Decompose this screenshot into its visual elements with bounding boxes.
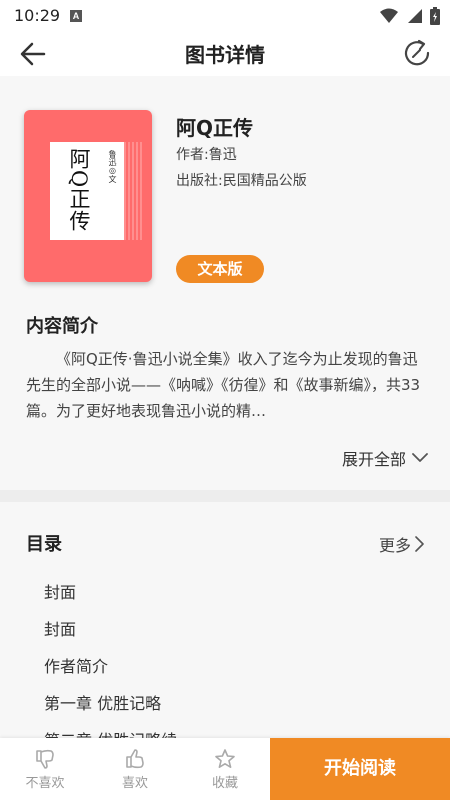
toc-more-label: 更多: [378, 536, 411, 555]
book-author: 作者:鲁迅: [176, 147, 237, 163]
signal-icon: [408, 9, 422, 23]
format-badge[interactable]: 文本版: [176, 255, 264, 283]
chevron-right-icon: [415, 536, 424, 552]
toc-item[interactable]: 封面: [44, 582, 177, 619]
like-button[interactable]: 喜欢: [105, 738, 165, 800]
toc-section: 目录 更多 封面 封面 作者简介 第一章 优胜记略 第二章 优胜记略续: [0, 502, 450, 738]
refresh-icon: [404, 39, 430, 66]
cover-label: 阿Q正传 鲁迅◎文: [50, 142, 124, 240]
cover-author: 鲁迅◎文: [108, 150, 117, 183]
book-info-section: 阿Q正传 鲁迅◎文 阿Q正传 作者:鲁迅 出版社:民国精品公版 文本版 内容简介…: [0, 76, 450, 490]
bottom-action-bar: 不喜欢 喜欢 收藏 开始阅读: [0, 738, 450, 800]
app-bar: 图书详情: [0, 32, 450, 76]
thumbs-down-icon: [36, 749, 54, 769]
expand-all-button[interactable]: 展开全部: [342, 446, 428, 470]
page-title: 图书详情: [185, 43, 265, 67]
toc-item[interactable]: 第二章 优胜记略续: [44, 730, 177, 738]
toc-item[interactable]: 第一章 优胜记略: [44, 693, 177, 730]
toc-item[interactable]: 封面: [44, 619, 177, 656]
toc-list: 封面 封面 作者简介 第一章 优胜记略 第二章 优胜记略续: [44, 582, 177, 738]
thumbs-up-icon: [126, 748, 144, 768]
arrow-left-icon: [20, 42, 46, 66]
dislike-label: 不喜欢: [25, 775, 65, 791]
like-label: 喜欢: [121, 775, 148, 791]
wifi-icon: [380, 8, 398, 23]
cover-pattern: [124, 142, 142, 240]
toc-heading: 目录: [26, 534, 62, 555]
chevron-down-icon: [412, 453, 428, 462]
toc-item[interactable]: 作者简介: [44, 656, 177, 693]
refresh-button[interactable]: [402, 38, 432, 68]
dislike-button[interactable]: 不喜欢: [15, 738, 75, 800]
cover-title: 阿Q正传: [67, 148, 91, 233]
collect-label: 收藏: [211, 775, 238, 791]
back-button[interactable]: [18, 40, 48, 68]
star-icon: [215, 748, 235, 768]
book-cover[interactable]: 阿Q正传 鲁迅◎文: [24, 110, 152, 282]
expand-label: 展开全部: [341, 450, 406, 469]
book-title: 阿Q正传: [176, 116, 254, 140]
collect-button[interactable]: 收藏: [195, 738, 255, 800]
toc-more-button[interactable]: 更多: [379, 532, 424, 556]
book-publisher: 出版社:民国精品公版: [176, 173, 307, 189]
status-icons: [380, 6, 440, 26]
start-reading-button[interactable]: 开始阅读: [270, 738, 450, 800]
intro-text: 《阿Q正传·鲁迅小说全集》收入了迄今为止发现的鲁迅先生的全部小说——《呐喊》《彷…: [26, 350, 421, 420]
section-divider: [0, 490, 450, 502]
battery-icon: [430, 7, 440, 25]
intro-heading: 内容简介: [26, 316, 98, 337]
status-time: 10:29: [14, 6, 61, 25]
notification-icon: A: [70, 10, 82, 22]
status-bar: 10:29 A: [0, 0, 450, 32]
